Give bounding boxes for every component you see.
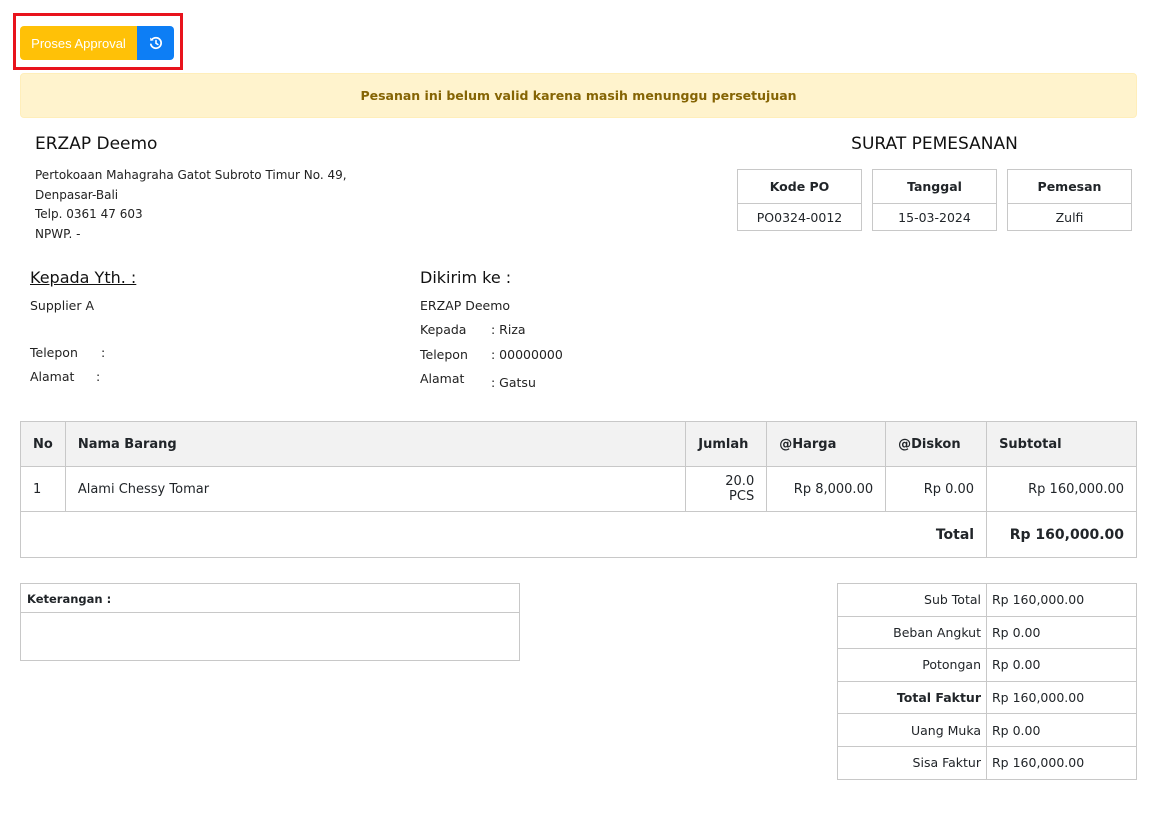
pending-approval-alert: Pesanan ini belum valid karena masih men…: [20, 73, 1137, 118]
beban-angkut-value: Rp 0.00: [986, 615, 1137, 650]
company-info: Pertokoaan Mahagraha Gatot Subroto Timur…: [35, 166, 347, 244]
approval-button-group: Proses Approval: [20, 26, 174, 60]
sisa-faktur-label: Sisa Faktur: [837, 745, 987, 780]
row-nama-barang: Alami Chessy Tomar: [64, 466, 687, 512]
sisa-faktur-value: Rp 160,000.00: [986, 745, 1137, 780]
kode-po-label: Kode PO: [738, 170, 861, 204]
proses-approval-button[interactable]: Proses Approval: [20, 26, 137, 60]
row-jumlah: 20.0 PCS: [685, 466, 768, 512]
recipient-alamat-sep: :: [96, 369, 101, 384]
row-subtotal: Rp 160,000.00: [986, 466, 1137, 512]
recipient-telepon-sep: :: [101, 345, 106, 360]
total-faktur-label: Total Faktur: [837, 680, 987, 715]
history-icon: [149, 36, 162, 50]
potongan-value: Rp 0.00: [986, 648, 1137, 682]
table-row: 1 Alami Chessy Tomar 20.0 PCS Rp 8,000.0…: [20, 466, 1137, 512]
summary-row-sub-total: Sub Total Rp 160,000.00: [837, 583, 1137, 617]
company-address-line1: Pertokoaan Mahagraha Gatot Subroto Timur…: [35, 168, 347, 182]
tanggal-value: 15-03-2024: [898, 210, 971, 225]
summary-row-beban-angkut: Beban Angkut Rp 0.00: [837, 615, 1137, 650]
shipping-alamat-value: : Gatsu: [491, 375, 536, 390]
company-phone: Telp. 0361 47 603: [35, 207, 143, 221]
total-value: Rp 160,000.00: [986, 511, 1137, 558]
header-subtotal: Subtotal: [986, 421, 1137, 467]
beban-angkut-label: Beban Angkut: [837, 615, 987, 650]
shipping-kepada-label: Kepada: [420, 322, 467, 337]
summary-row-sisa-faktur: Sisa Faktur Rp 160,000.00: [837, 745, 1137, 780]
total-faktur-value: Rp 160,000.00: [986, 680, 1137, 715]
kode-po-value: PO0324-0012: [756, 210, 843, 225]
recipient-alamat-label: Alamat: [30, 369, 75, 384]
summary-row-total-faktur: Total Faktur Rp 160,000.00: [837, 680, 1137, 715]
sub-total-label: Sub Total: [837, 583, 987, 617]
tanggal-label: Tanggal: [873, 170, 996, 204]
items-table: No Nama Barang Jumlah @Harga @Diskon Sub…: [19, 421, 1137, 558]
company-address-line2: Denpasar-Bali: [35, 187, 119, 202]
recipient-title: Kepada Yth. :: [30, 268, 137, 287]
header-harga: @Harga: [766, 421, 887, 467]
tanggal-box: Tanggal 15-03-2024: [872, 169, 997, 231]
company-name: ERZAP Deemo: [35, 134, 158, 154]
summary-row-potongan: Potongan Rp 0.00: [837, 648, 1137, 682]
pemesan-label: Pemesan: [1008, 170, 1131, 204]
header-diskon: @Diskon: [885, 421, 988, 467]
row-harga: Rp 8,000.00: [766, 466, 887, 512]
recipient-name: Supplier A: [30, 298, 95, 313]
shipping-title: Dikirim ke :: [420, 268, 512, 287]
total-label: Total: [19, 511, 988, 558]
header-jumlah: Jumlah: [685, 421, 768, 467]
summary-row-uang-muka: Uang Muka Rp 0.00: [837, 713, 1137, 747]
shipping-telepon-value: : 00000000: [491, 347, 563, 362]
shipping-telepon-label: Telepon: [420, 347, 468, 362]
shipping-alamat-label: Alamat: [420, 371, 465, 386]
header-nama-barang: Nama Barang: [64, 421, 687, 467]
pemesan-box: Pemesan Zulfi: [1007, 169, 1132, 231]
keterangan-box: Keterangan :: [20, 583, 520, 661]
kode-po-box: Kode PO PO0324-0012: [737, 169, 862, 231]
document-title: SURAT PEMESANAN: [851, 134, 1018, 154]
uang-muka-label: Uang Muka: [837, 713, 987, 747]
history-button[interactable]: [137, 26, 174, 60]
items-header-row: No Nama Barang Jumlah @Harga @Diskon Sub…: [20, 421, 1137, 467]
pemesan-value: Zulfi: [1055, 210, 1084, 225]
company-npwp: NPWP. -: [35, 226, 81, 241]
recipient-telepon-label: Telepon: [30, 345, 78, 360]
uang-muka-value: Rp 0.00: [986, 713, 1137, 747]
total-row: Total Rp 160,000.00: [19, 511, 1137, 558]
row-diskon: Rp 0.00: [885, 466, 988, 512]
row-no: 1: [20, 466, 66, 512]
keterangan-label: Keterangan :: [21, 584, 519, 613]
summary-table: Sub Total Rp 160,000.00 Beban Angkut Rp …: [837, 583, 1137, 780]
sub-total-value: Rp 160,000.00: [986, 583, 1137, 617]
header-no: No: [20, 421, 66, 467]
shipping-name: ERZAP Deemo: [420, 298, 511, 313]
shipping-kepada-value: : Riza: [491, 322, 526, 337]
potongan-label: Potongan: [837, 648, 987, 682]
